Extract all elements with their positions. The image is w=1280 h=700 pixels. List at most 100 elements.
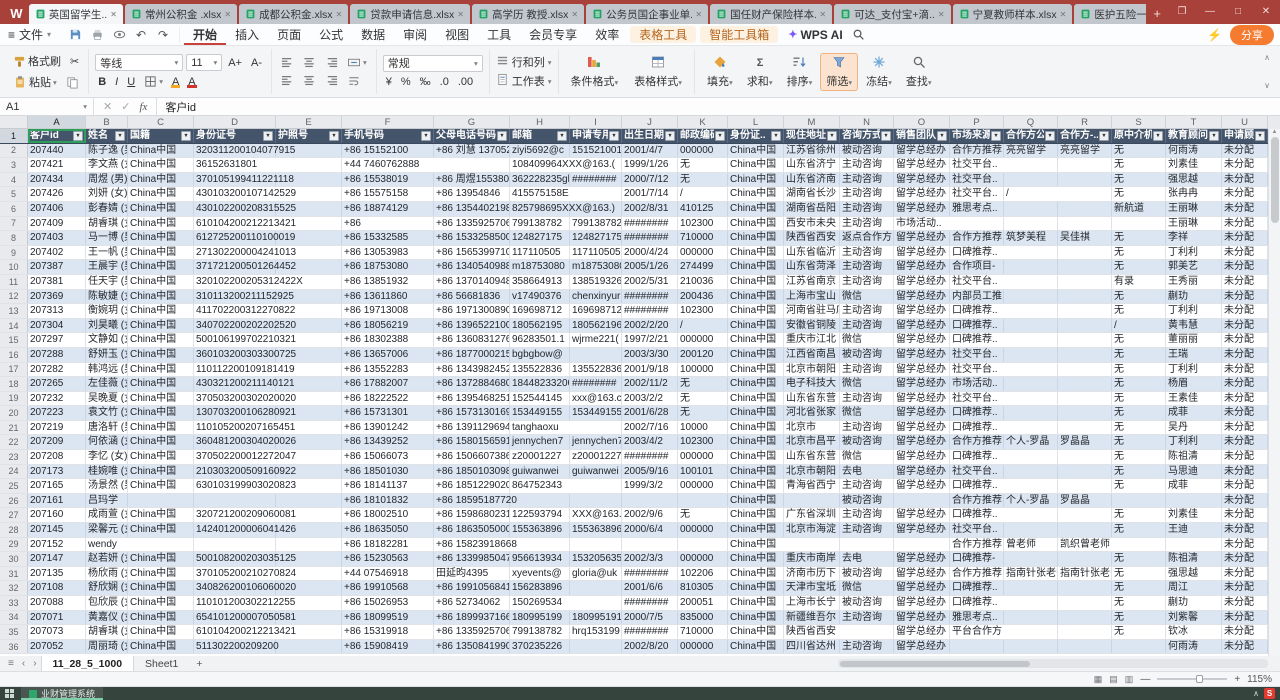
- column-header-A[interactable]: A: [28, 116, 86, 129]
- cell[interactable]: 微信: [840, 581, 894, 595]
- cell[interactable]: [950, 640, 1004, 654]
- cell[interactable]: 王素佳: [1166, 392, 1222, 406]
- column-header-D[interactable]: D: [194, 116, 276, 129]
- cell[interactable]: 蒯玏: [1166, 596, 1222, 610]
- column-header-F[interactable]: F: [342, 116, 434, 129]
- cell[interactable]: 湖南省岳阳: [784, 202, 840, 216]
- cell[interactable]: 207208: [28, 450, 86, 464]
- cell[interactable]: 2002/5/31: [622, 275, 678, 289]
- cell[interactable]: 罗晶晶: [1058, 494, 1112, 508]
- cell[interactable]: China中国: [128, 581, 194, 595]
- cell[interactable]: China中国: [128, 333, 194, 347]
- cell[interactable]: 无: [678, 158, 728, 172]
- cell[interactable]: chenxinyur: [570, 290, 622, 304]
- cell[interactable]: China中国: [128, 348, 194, 362]
- cell[interactable]: China中国: [728, 552, 784, 566]
- cell[interactable]: +86 15823918668: [434, 538, 510, 552]
- cell[interactable]: 358664913: [510, 275, 570, 289]
- copy-button[interactable]: [63, 75, 82, 90]
- vertical-scrollbar[interactable]: ▲: [1268, 129, 1280, 656]
- cell[interactable]: 微信: [840, 406, 894, 420]
- cell[interactable]: 陕西省西安: [784, 231, 840, 245]
- cell[interactable]: +86 13508419907: [434, 640, 510, 654]
- cell[interactable]: 未分配: [1222, 377, 1268, 391]
- cell[interactable]: [570, 479, 622, 493]
- cell[interactable]: 207135: [28, 567, 86, 581]
- cell[interactable]: 370503200302020020: [194, 392, 276, 406]
- cell[interactable]: [570, 581, 622, 595]
- cell[interactable]: [276, 640, 342, 654]
- 排序-button[interactable]: 排序▾: [781, 53, 819, 91]
- row-number[interactable]: 32: [0, 581, 28, 595]
- cell[interactable]: wjrme221(: [570, 333, 622, 347]
- cell[interactable]: 口碑推荐..: [950, 596, 1004, 610]
- file-tab[interactable]: 成都公积金.xlsx ✕: [239, 4, 348, 24]
- cell[interactable]: [1004, 158, 1058, 172]
- cell[interactable]: hrq153199: [570, 625, 622, 639]
- cell[interactable]: [1058, 421, 1112, 435]
- cell[interactable]: 710000: [678, 625, 728, 639]
- filter-dropdown-icon[interactable]: ▼: [115, 131, 125, 141]
- header-cell[interactable]: 咨询方式▼: [840, 129, 894, 143]
- cell[interactable]: z20001227: [570, 450, 622, 464]
- cell[interactable]: +86 56681836: [434, 290, 510, 304]
- cell[interactable]: 370105199411221118: [194, 173, 276, 187]
- formula-bar-value[interactable]: 客户id: [157, 99, 204, 115]
- cell[interactable]: 未分配: [1222, 333, 1268, 347]
- row-number[interactable]: 30: [0, 552, 28, 566]
- cell[interactable]: 留学总经办: [894, 187, 950, 201]
- cell[interactable]: 被动咨询: [840, 567, 894, 581]
- cell[interactable]: 社交平台..: [950, 158, 1004, 172]
- cell[interactable]: 口碑推荐-: [950, 552, 1004, 566]
- cell[interactable]: 王一帆 (男: [86, 246, 128, 260]
- cell[interactable]: 2001/6/6: [622, 581, 678, 595]
- cell[interactable]: +86 13053983: [342, 246, 434, 260]
- cell[interactable]: 无: [1112, 406, 1166, 420]
- cell[interactable]: 周江: [1166, 581, 1222, 595]
- cell[interactable]: [434, 158, 510, 172]
- cell[interactable]: +86 周煜155380: [434, 173, 510, 187]
- cell[interactable]: [1004, 421, 1058, 435]
- cell[interactable]: 留学总经办: [894, 625, 950, 639]
- cell[interactable]: ########: [622, 450, 678, 464]
- cell[interactable]: 马一博 (男: [86, 231, 128, 245]
- cell[interactable]: 留学总经办: [894, 640, 950, 654]
- cell[interactable]: +86 1372884680: [434, 377, 510, 391]
- cell[interactable]: [1112, 640, 1166, 654]
- cell[interactable]: +86 13657006: [342, 348, 434, 362]
- cell[interactable]: 未分配: [1222, 392, 1268, 406]
- cell[interactable]: +86 15230563: [342, 552, 434, 566]
- cell[interactable]: 未分配: [1222, 290, 1268, 304]
- cell[interactable]: [276, 158, 342, 172]
- cell[interactable]: 未分配: [1222, 581, 1268, 595]
- cell[interactable]: 未分配: [1222, 508, 1268, 522]
- cell[interactable]: [1004, 290, 1058, 304]
- cell[interactable]: 个人-罗晶: [1004, 494, 1058, 508]
- file-tab[interactable]: 可达_支付宝+滴.. ✕: [834, 4, 951, 24]
- cell[interactable]: 留学总经办: [894, 319, 950, 333]
- cell[interactable]: [950, 217, 1004, 231]
- cell[interactable]: 2002/8/31: [622, 202, 678, 216]
- cell[interactable]: China中国: [128, 479, 194, 493]
- cell[interactable]: 被动咨询: [840, 144, 894, 158]
- cell[interactable]: 王晨宇 (男: [86, 260, 128, 274]
- column-header-S[interactable]: S: [1112, 116, 1166, 129]
- cell[interactable]: 北京市: [784, 421, 840, 435]
- cell[interactable]: +86 15319918: [342, 625, 434, 639]
- cell[interactable]: 2001/9/18: [622, 363, 678, 377]
- file-menu-button[interactable]: ≡ 文件 ▾: [6, 26, 59, 43]
- cell[interactable]: China中国: [728, 173, 784, 187]
- cell[interactable]: China中国: [128, 406, 194, 420]
- cell[interactable]: [1004, 523, 1058, 537]
- cell[interactable]: +86 18182281: [342, 538, 434, 552]
- cell[interactable]: 未分配: [1222, 217, 1268, 231]
- cell[interactable]: 陈祖清: [1166, 552, 1222, 566]
- cell[interactable]: China中国: [128, 217, 194, 231]
- row-number[interactable]: 5: [0, 187, 28, 201]
- cell[interactable]: 主动咨询: [840, 158, 894, 172]
- menu-tab-开始[interactable]: 开始: [184, 24, 226, 45]
- cell[interactable]: guiwanwei: [570, 465, 622, 479]
- cell[interactable]: 207145: [28, 523, 86, 537]
- cell[interactable]: 留学总经办: [894, 421, 950, 435]
- cell[interactable]: 口碑推荐..: [950, 319, 1004, 333]
